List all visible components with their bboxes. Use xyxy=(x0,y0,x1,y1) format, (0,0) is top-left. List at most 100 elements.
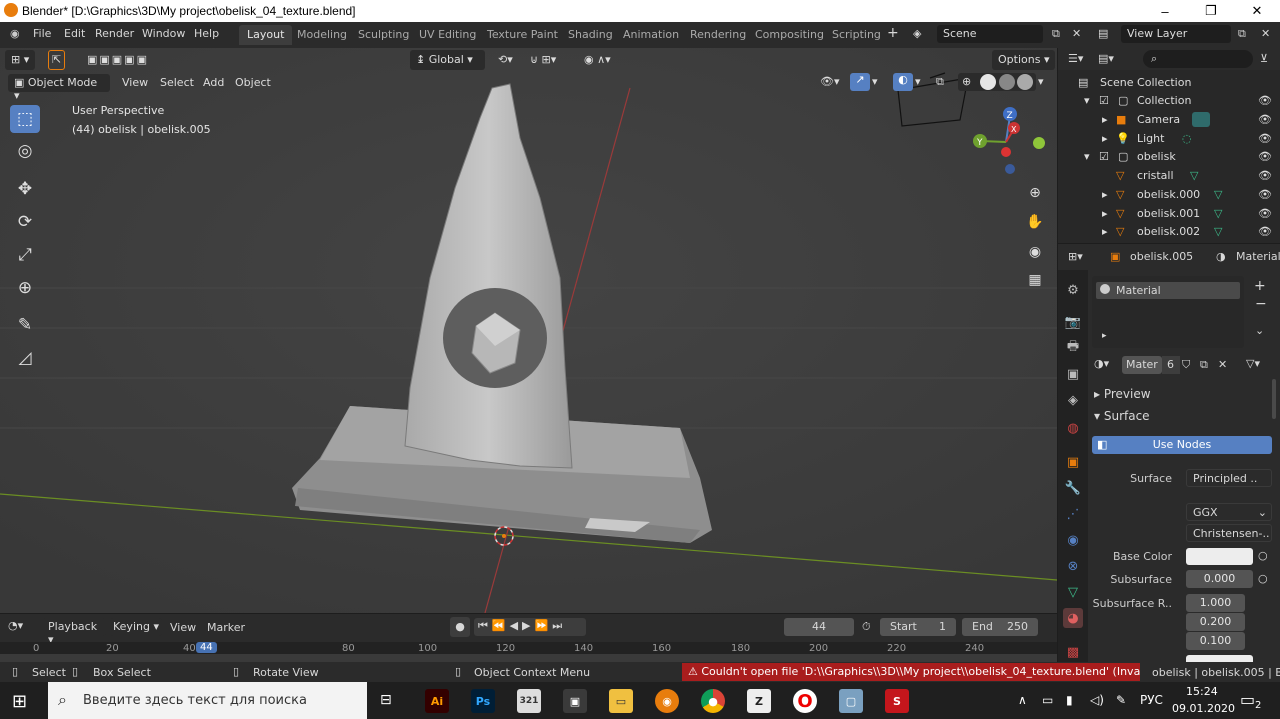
eye-icon[interactable]: 👁 xyxy=(1258,150,1272,163)
photoshop-icon[interactable]: Ps xyxy=(471,689,495,713)
checkbox-icon[interactable]: ☑ xyxy=(1099,94,1109,107)
scene-icon[interactable]: ◈ xyxy=(913,27,921,40)
checkbox-icon[interactable]: ☑ xyxy=(1099,150,1109,163)
timeline-menu-marker[interactable]: Marker xyxy=(207,621,245,634)
keying-menu[interactable]: Keying ▾ xyxy=(110,618,162,636)
base-color-swatch[interactable] xyxy=(1186,548,1253,565)
tool-settings-icon[interactable]: ⚙ xyxy=(1063,280,1083,300)
pen-icon[interactable]: ✎ xyxy=(1116,693,1126,707)
clock-date[interactable]: 09.01.2020 xyxy=(1172,702,1235,715)
menu-edit[interactable]: Edit xyxy=(64,27,85,40)
expand-icon[interactable]: ▸ xyxy=(1102,207,1108,220)
tab-sculpting[interactable]: Sculpting xyxy=(350,25,417,45)
zoom-icon[interactable]: ⊕ xyxy=(1022,180,1048,206)
expand-icon[interactable]: ▾ xyxy=(1084,150,1090,163)
eye-icon[interactable]: 👁 xyxy=(1258,113,1272,126)
slot-specials-icon[interactable]: ⌄ xyxy=(1255,324,1264,337)
rendered-shading-icon[interactable] xyxy=(1017,74,1033,90)
stopwatch-icon[interactable]: ⏱ xyxy=(862,620,871,634)
camera-data-icon[interactable] xyxy=(1192,112,1210,127)
filter-icon[interactable]: ⊻ xyxy=(1260,52,1268,65)
camera-view-icon[interactable]: ◉ xyxy=(1022,239,1048,265)
battery-icon[interactable]: ▮ xyxy=(1066,693,1073,707)
blender-menu-icon[interactable]: ◉ xyxy=(10,27,20,40)
current-frame-field[interactable]: 44 xyxy=(784,618,854,636)
expand-icon[interactable]: ▸ xyxy=(1102,188,1108,201)
playback-controls[interactable]: ⏮⏪◀▶⏩⏭ xyxy=(474,618,586,636)
modifier-properties-icon[interactable]: 🔧 xyxy=(1063,478,1083,498)
expand-icon[interactable]: ▸ xyxy=(1102,225,1108,238)
opera-icon[interactable]: O xyxy=(793,689,817,713)
transform-tool[interactable]: ⊕ xyxy=(10,274,40,302)
scale-tool[interactable]: ⤢ xyxy=(10,241,40,269)
object-mode-dropdown[interactable]: ▣ Object Mode ▾ xyxy=(8,74,110,102)
notifications-icon[interactable]: ▭ xyxy=(1240,690,1255,709)
view-layer-properties-icon[interactable]: ▣ xyxy=(1063,364,1083,384)
shading-modes[interactable]: ⊕ xyxy=(958,73,1036,91)
new-view-layer-icon[interactable]: ⧉ xyxy=(1238,27,1246,41)
select-box-tool[interactable]: ⬚ xyxy=(10,105,40,133)
move-tool[interactable]: ✥ xyxy=(10,175,40,203)
xray-icon[interactable]: ⧉ xyxy=(936,75,944,89)
language-indicator[interactable]: РУС xyxy=(1140,693,1163,707)
tab-modeling[interactable]: Modeling xyxy=(289,25,355,45)
timeline-scrollbar[interactable] xyxy=(0,654,1057,662)
tab-compositing[interactable]: Compositing xyxy=(747,25,832,45)
constraints-properties-icon[interactable]: ⊗ xyxy=(1063,556,1083,576)
ortho-grid-icon[interactable]: ▦ xyxy=(1022,267,1048,293)
tab-texture-paint[interactable]: Texture Paint xyxy=(479,25,566,45)
volume-icon[interactable]: ◁) xyxy=(1090,693,1104,707)
material-shading-icon[interactable] xyxy=(999,74,1015,90)
subsurface-method-dropdown[interactable]: Christensen-.. xyxy=(1186,524,1272,542)
3d-viewport[interactable]: User Perspective (44) obelisk | obelisk.… xyxy=(0,48,1057,613)
data-properties-icon[interactable]: ▽ xyxy=(1063,582,1083,602)
error-report[interactable]: ⚠ Couldn't open file 'D:\\Graphics\\3D\\… xyxy=(682,663,1140,681)
task-view-icon[interactable]: ⊟ xyxy=(380,692,392,708)
options-dropdown[interactable]: Options ▾ xyxy=(992,50,1056,70)
rotate-tool[interactable]: ⟳ xyxy=(10,208,40,236)
render-properties-icon[interactable]: 📷 xyxy=(1063,312,1083,332)
texture-properties-icon[interactable]: ▩ xyxy=(1063,642,1083,662)
record-icon[interactable]: ● xyxy=(450,617,470,637)
outliner-row-obelisk[interactable]: ▾ ☑ ▢ obelisk 👁 xyxy=(1058,147,1280,166)
selection-modes[interactable]: ▣▣▣▣▣ xyxy=(81,50,155,70)
fake-user-icon[interactable]: ⛉ xyxy=(1182,358,1190,372)
blender-taskbar-icon[interactable]: ◉ xyxy=(655,689,679,713)
timeline-editor-icon[interactable]: ◔▾ xyxy=(8,619,23,632)
illustrator-icon[interactable]: Ai xyxy=(425,689,449,713)
link-socket-icon[interactable]: ○ xyxy=(1258,549,1268,562)
outliner-row-scene-collection[interactable]: ▤ Scene Collection xyxy=(1058,73,1280,92)
surface-panel-header[interactable]: ▾ Surface xyxy=(1094,409,1150,423)
surface-shader-dropdown[interactable]: Principled .. xyxy=(1186,469,1272,487)
mesh-data-icon[interactable]: ▽ xyxy=(1190,169,1198,182)
timeline-ruler[interactable]: 0 20 40 44 80 100 120 140 160 180 200 22… xyxy=(0,642,1057,662)
file-explorer-icon[interactable]: ▭ xyxy=(609,689,633,713)
material-name-field[interactable]: Mater xyxy=(1122,356,1162,374)
outliner-row-obelisk-002[interactable]: ▸ ▽ obelisk.002 ▽ 👁 xyxy=(1058,222,1280,241)
view-layer-icon[interactable]: ▤ xyxy=(1098,27,1108,40)
overlays-dropdown-icon[interactable]: ▾ xyxy=(915,75,921,88)
light-data-icon[interactable]: ◌ xyxy=(1182,132,1192,145)
tab-rendering[interactable]: Rendering xyxy=(682,25,754,45)
gizmo-toggle-icon[interactable]: ↗ xyxy=(850,73,870,91)
eye-icon[interactable]: 👁 xyxy=(1258,207,1272,220)
outliner-row-light[interactable]: ▸ 💡 Light ◌ 👁 xyxy=(1058,129,1280,148)
menu-help[interactable]: Help xyxy=(194,27,219,40)
zbrush-icon[interactable]: Z xyxy=(747,689,771,713)
remove-slot-icon[interactable]: − xyxy=(1255,296,1267,312)
eye-icon[interactable]: 👁 xyxy=(1258,225,1272,238)
film-editor-icon[interactable]: ▣ xyxy=(563,689,587,713)
tab-shading[interactable]: Shading xyxy=(560,25,621,45)
playback-menu[interactable]: Playback ▾ xyxy=(42,618,106,646)
measure-tool[interactable]: ◿ xyxy=(10,344,40,372)
clock-time[interactable]: 15:24 xyxy=(1186,685,1218,698)
view-layer-field[interactable]: View Layer xyxy=(1121,25,1231,43)
menu-file[interactable]: File xyxy=(33,27,51,40)
new-scene-icon[interactable]: ⧉ xyxy=(1052,27,1060,41)
timeline-menu-view[interactable]: View xyxy=(170,621,196,634)
tab-uv-editing[interactable]: UV Editing xyxy=(411,25,484,45)
viewport-menu-view[interactable]: View xyxy=(122,76,148,89)
viewport-menu-select[interactable]: Select xyxy=(160,76,194,89)
annotate-tool[interactable]: ✎ xyxy=(10,311,40,339)
eye-icon[interactable]: 👁 xyxy=(1258,169,1272,182)
